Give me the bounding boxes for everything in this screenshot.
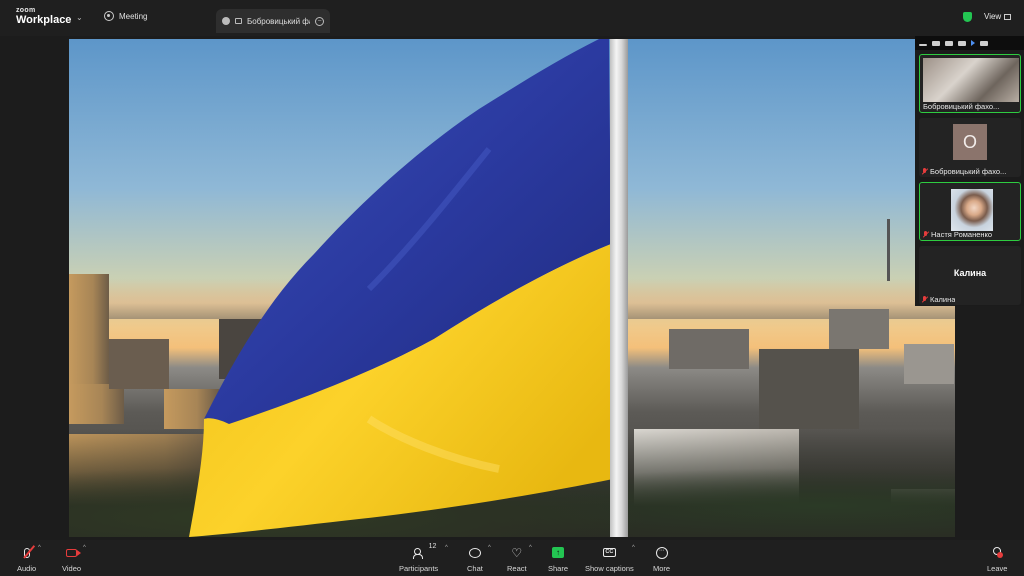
participant-name: Настя Романенко <box>923 230 992 239</box>
mic-muted-icon <box>923 231 929 238</box>
camera-off-icon <box>66 544 82 561</box>
chat-options-caret-icon[interactable]: ^ <box>488 545 491 551</box>
zoom-logo[interactable]: zoom Workplace <box>16 7 71 26</box>
participant-name: Бобровицький фахо... <box>922 167 1006 176</box>
meeting-controls: Audio ^ Video ^ 12 Participants ^ Chat ^… <box>0 540 1024 576</box>
participant-display-name: Калина <box>953 268 987 278</box>
ukrainian-flag <box>189 39 613 537</box>
brand-top: zoom <box>16 7 36 14</box>
participant-tile[interactable]: Бобровицький фахо... <box>919 54 1021 113</box>
top-bar: zoom Workplace ⌄ Meeting Бобровицький фа… <box>0 0 1024 36</box>
video-options-caret-icon[interactable]: ^ <box>83 545 86 551</box>
participant-video-person <box>951 189 993 231</box>
share-screen-icon: ↑ <box>552 544 564 561</box>
mic-muted-icon <box>922 296 928 303</box>
mic-muted-icon <box>22 544 35 561</box>
zoom-meeting-window: zoom Workplace ⌄ Meeting Бобровицький фа… <box>0 0 1024 576</box>
participant-name: Бобровицький фахо... <box>923 102 1000 111</box>
participant-tile[interactable]: Калина Калина <box>919 246 1021 305</box>
fullscreen-icon[interactable] <box>980 40 988 46</box>
captions-button[interactable]: CC Show captions <box>585 544 634 573</box>
view-label: View <box>984 12 1002 21</box>
participants-count: 12 <box>428 543 437 550</box>
react-button[interactable]: ♡ React <box>507 544 527 574</box>
leave-button[interactable]: Leave <box>987 544 1007 573</box>
heart-icon: ♡ <box>511 545 523 560</box>
play-arrow-icon[interactable] <box>971 40 975 46</box>
view-button[interactable]: View <box>984 12 1012 21</box>
share-tab-title: Бобровицький фа... <box>247 16 310 26</box>
meeting-button[interactable]: Meeting <box>104 11 147 21</box>
participant-avatar: О <box>953 124 987 160</box>
strip-view-icon[interactable] <box>958 40 966 46</box>
screen-share-tab[interactable]: Бобровицький фа... − <box>216 9 330 33</box>
participants-options-caret-icon[interactable]: ^ <box>445 545 448 551</box>
security-shield-icon[interactable] <box>963 12 972 22</box>
participants-strip: Бобровицький фахо... О Бобровицький фахо… <box>915 36 1024 306</box>
participants-button[interactable]: 12 Participants <box>399 543 438 573</box>
react-options-caret-icon[interactable]: ^ <box>529 545 532 551</box>
screen-share-icon <box>235 18 242 24</box>
more-button[interactable]: ··· More <box>653 544 670 573</box>
gear-icon <box>104 11 114 21</box>
leave-icon <box>991 544 1004 561</box>
video-button[interactable]: Video <box>62 544 81 573</box>
chevron-down-icon[interactable]: ⌄ <box>76 13 84 22</box>
brand-bottom: Workplace <box>16 14 72 26</box>
close-icon[interactable]: − <box>315 16 324 26</box>
strip-controls <box>915 36 1024 50</box>
audio-button[interactable]: Audio <box>17 544 36 573</box>
participant-tile[interactable]: О Бобровицький фахо... <box>919 118 1021 177</box>
speaker-view-icon[interactable] <box>932 40 940 46</box>
chat-button[interactable]: Chat <box>467 544 483 573</box>
presenter-dot-icon <box>222 17 230 25</box>
captions-options-caret-icon[interactable]: ^ <box>632 545 635 551</box>
closed-captions-icon: CC <box>602 544 616 561</box>
participant-video-room <box>923 58 1019 102</box>
grid-view-icon <box>1004 13 1012 20</box>
more-icon: ··· <box>655 544 668 561</box>
gallery-view-icon[interactable] <box>945 40 953 46</box>
participants-icon: 12 <box>412 543 436 561</box>
mic-muted-icon <box>922 168 928 175</box>
share-button[interactable]: ↑ Share <box>548 544 568 573</box>
chat-icon <box>468 544 481 561</box>
flag-pole <box>610 39 628 537</box>
participant-name: Калина <box>922 295 955 304</box>
minimize-icon[interactable] <box>919 43 927 46</box>
shared-screen-video[interactable] <box>69 39 955 537</box>
meeting-label: Meeting <box>119 11 148 21</box>
participant-tile[interactable]: Настя Романенко <box>919 182 1021 241</box>
audio-options-caret-icon[interactable]: ^ <box>38 545 41 551</box>
